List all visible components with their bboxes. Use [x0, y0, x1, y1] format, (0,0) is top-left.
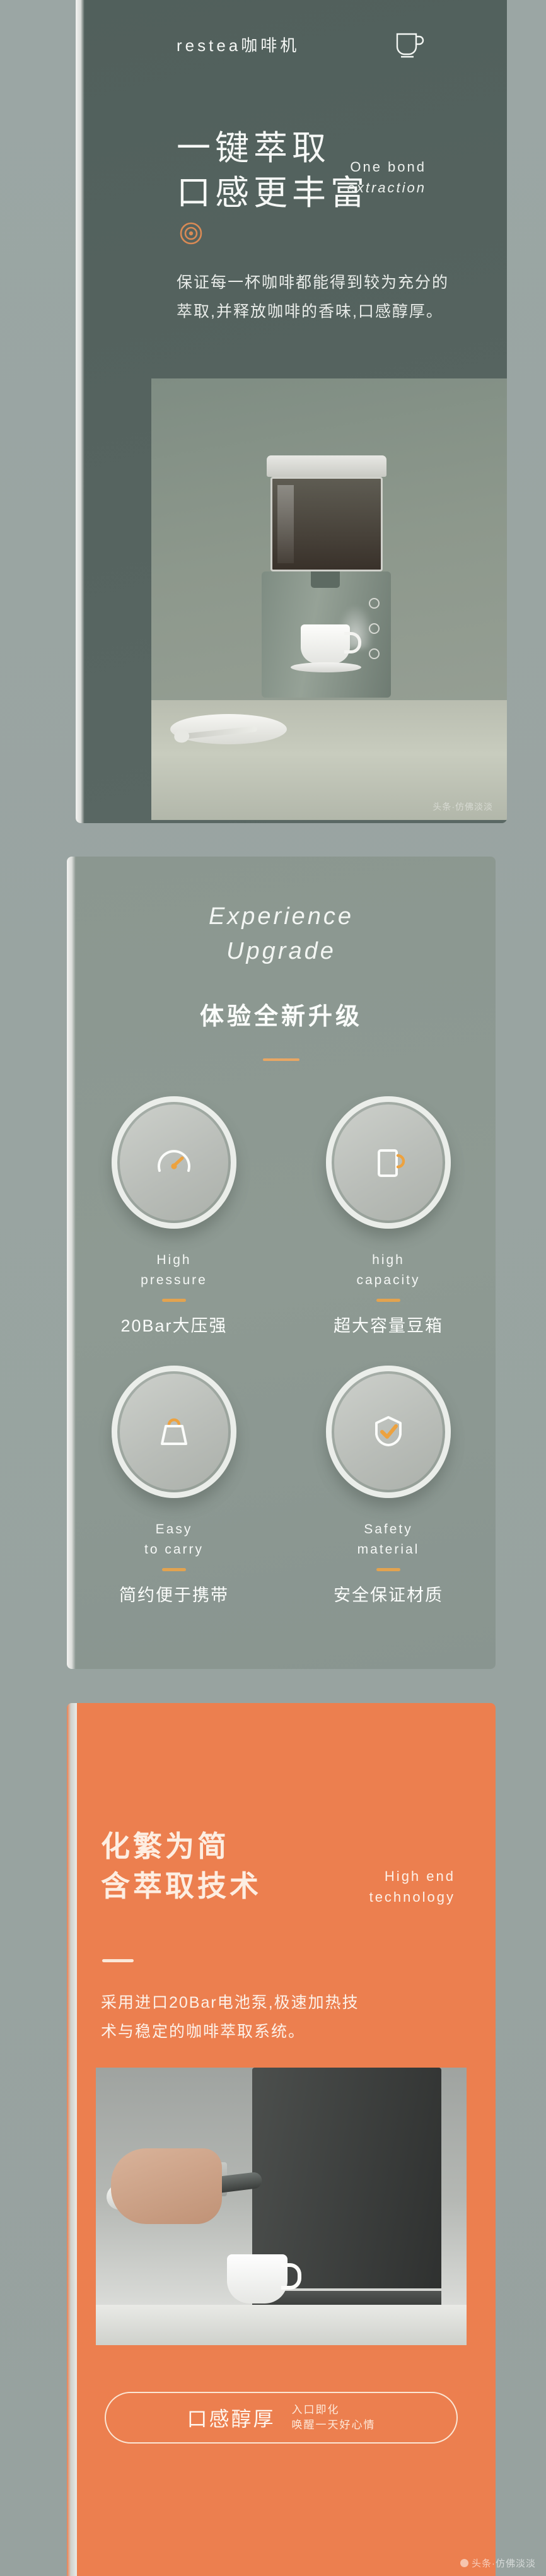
feature-divider: [376, 1568, 400, 1571]
hand: [111, 2148, 222, 2224]
technology-headline-line2: 含萃取技术: [101, 1869, 262, 1902]
feature-item-safety-material: Safety material 安全保证材质: [281, 1366, 496, 1606]
technology-english-line2: technology: [369, 1889, 455, 1905]
feature-divider: [162, 1568, 186, 1571]
coffee-mug-icon: [363, 1135, 414, 1190]
watermark-dot-icon: [460, 2559, 468, 2567]
feature-item-high-capacity: high capacity 超大容量豆箱: [281, 1096, 496, 1337]
technology-english-tagline: High end technology: [369, 1866, 455, 1907]
feature-english-label: Safety material: [357, 1519, 420, 1559]
brand-row: restea咖啡机: [177, 29, 425, 59]
feature-en-line1: High: [156, 1253, 192, 1267]
hero-section: restea咖啡机 一键萃取 口感更丰富 One bond extraction: [76, 0, 507, 823]
feature-item-easy-to-carry: Easy to carry 简约便于携带: [67, 1366, 281, 1606]
product-detail-page: restea咖啡机 一键萃取 口感更丰富 One bond extraction: [0, 0, 546, 2576]
feature-english-label: High pressure: [141, 1250, 207, 1290]
feature-chinese-label: 简约便于携带: [119, 1586, 229, 1605]
feature-divider: [376, 1299, 400, 1302]
coffee-machine-photo: [151, 378, 507, 820]
brand-logo-text: restea咖啡机: [177, 35, 300, 55]
feature-en-line1: Safety: [364, 1522, 413, 1537]
target-circles-icon: [178, 221, 204, 246]
espresso-portafilter-photo: [96, 2068, 467, 2345]
feature-en-line2: material: [357, 1542, 420, 1557]
technology-headline-line1: 化繁为简: [101, 1830, 229, 1863]
feature-divider: [162, 1299, 186, 1302]
technology-body-line2: 术与稳定的咖啡萃取系统。: [101, 2023, 306, 2041]
cta-sub-text: 入口即化 唤醒一天好心情: [292, 2403, 376, 2433]
feature-en-line2: capacity: [356, 1272, 421, 1287]
machine-nozzle: [311, 571, 340, 588]
feature-item-high-pressure: High pressure 20Bar大压强: [67, 1096, 281, 1337]
white-cup: [227, 2254, 301, 2304]
feature-grid: High pressure 20Bar大压强 high capacity 超大容…: [67, 1096, 496, 1606]
hero-headline-line1: 一键萃取: [177, 129, 330, 167]
technology-headline: 化繁为简 含萃取技术: [101, 1827, 262, 1906]
feature-en-line1: high: [372, 1253, 405, 1267]
technology-divider: [102, 1959, 134, 1962]
experience-upgrade-section: Experience Upgrade 体验全新升级 High pressure …: [67, 857, 496, 1669]
cta-sub-line1: 入口即化: [291, 2404, 340, 2416]
watermark: 头条·仿佛淡淡: [460, 2556, 536, 2570]
feature-en-line2: pressure: [141, 1272, 207, 1287]
hero-english-line2: extraction: [347, 180, 426, 196]
hero-english-tagline: One bond extraction: [347, 156, 426, 198]
feature-english-label: high capacity: [356, 1250, 420, 1290]
hero-body-text: 保证每一杯咖啡都能得到较为充分的 萃取,并释放咖啡的香味,口感醇厚。: [177, 268, 449, 327]
pressure-gauge-icon: [148, 1135, 200, 1190]
feature-disc: [112, 1366, 236, 1498]
experience-chinese-title: 体验全新升级: [199, 1004, 363, 1030]
handbag-icon: [148, 1405, 200, 1460]
hero-headline-line2: 口感更丰富: [177, 174, 369, 213]
technology-body-text: 采用进口20Bar电池泵,极速加热技 术与稳定的咖啡萃取系统。: [101, 1988, 359, 2047]
cup-saucer: [291, 662, 361, 672]
machine-button: [368, 648, 380, 659]
hero-watermark: 头条·仿佛淡淡: [433, 802, 493, 812]
experience-english-title: Experience Upgrade: [67, 899, 496, 969]
technology-body-line1: 采用进口20Bar电池泵,极速加热技: [101, 1994, 359, 2011]
experience-english-line2: Upgrade: [226, 938, 336, 965]
feature-disc: [112, 1096, 236, 1229]
coffee-cup: [301, 624, 361, 664]
machine-carafe: [270, 477, 383, 571]
feature-chinese-label: 安全保证材质: [334, 1586, 443, 1605]
hero-headline: 一键萃取 口感更丰富: [177, 126, 369, 216]
watermark-text: 头条·仿佛淡淡: [472, 2558, 536, 2569]
counter-surface: [96, 2305, 467, 2345]
cta-banner[interactable]: 口感醇厚 入口即化 唤醒一天好心情: [105, 2392, 458, 2444]
feature-chinese-label: 超大容量豆箱: [334, 1316, 443, 1335]
coffee-cup-icon: [392, 29, 425, 59]
cta-main-text: 口感醇厚: [187, 2408, 276, 2430]
hero-body-line1: 保证每一杯咖啡都能得到较为充分的: [177, 274, 450, 291]
shield-check-icon: [363, 1405, 414, 1460]
coffee-machine: [262, 455, 404, 727]
feature-disc: [326, 1366, 451, 1498]
technology-section: 化繁为简 含萃取技术 High end technology 采用进口20Bar…: [67, 1703, 496, 2576]
technology-english-line1: High end: [384, 1868, 455, 1884]
experience-english-line1: Experience: [208, 903, 354, 930]
machine-lid: [267, 455, 386, 477]
hero-body-line2: 萃取,并释放咖啡的香味,口感醇厚。: [177, 303, 443, 321]
feature-en-line1: Easy: [155, 1522, 193, 1537]
cta-sub-line2: 唤醒一天好心情: [291, 2419, 376, 2431]
feature-disc: [326, 1096, 451, 1229]
feature-en-line2: to carry: [144, 1542, 204, 1557]
hero-english-line1: One bond: [350, 159, 426, 175]
feature-chinese-label: 20Bar大压强: [120, 1316, 228, 1335]
feature-english-label: Easy to carry: [144, 1519, 204, 1559]
title-divider: [263, 1058, 299, 1061]
